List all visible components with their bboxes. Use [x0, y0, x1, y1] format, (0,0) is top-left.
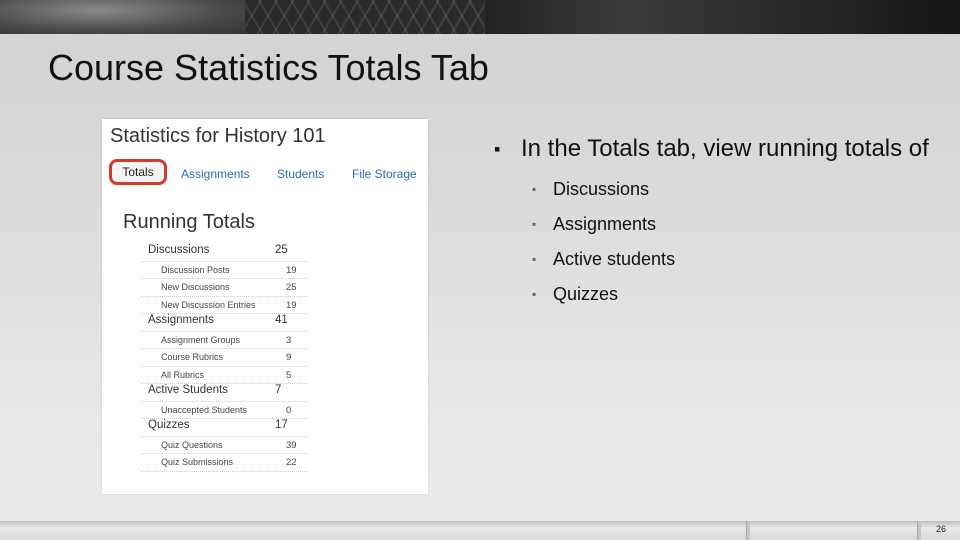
- stats-category-row: Active Students 7: [141, 384, 307, 402]
- bullet-list: ▪ In the Totals tab, view running totals…: [494, 132, 934, 306]
- banner-hex-pattern: [245, 0, 485, 34]
- stats-category-row: Discussions 25: [141, 244, 307, 262]
- stats-row-label: Discussion Posts: [161, 264, 230, 275]
- square-bullet-icon: ▪: [532, 252, 537, 266]
- sub-bullet-text: Assignments: [553, 214, 657, 234]
- stats-sub-row: New Discussion Entries 19: [141, 297, 307, 314]
- stats-sub-row: Course Rubrics 9: [141, 349, 307, 367]
- sub-bullet-text: Active students: [553, 249, 676, 269]
- stats-row-value: 19: [286, 299, 297, 311]
- tab-assignments[interactable]: Assignments: [181, 167, 250, 181]
- top-decorative-banner: [0, 0, 960, 34]
- stats-row-value: 5: [286, 369, 292, 381]
- stats-row-label: Quiz Submissions: [161, 457, 234, 467]
- main-bullet-text: In the Totals tab, view running totals o…: [521, 135, 929, 162]
- stats-sub-row: Quiz Questions 39: [141, 437, 307, 454]
- square-bullet-icon: ▪: [494, 139, 501, 159]
- running-totals-table: Discussions 25 Discussion Posts 19 New Discu…: [141, 244, 307, 472]
- screenshot-title: Statistics for History 101: [110, 125, 326, 147]
- stats-row-label: Assignments: [148, 314, 214, 326]
- stats-sub-row: Discussion Posts 19: [141, 262, 307, 279]
- running-totals-heading: Running Totals: [123, 211, 255, 233]
- sub-bullet: ▪ Discussions: [532, 177, 934, 201]
- stats-sub-row: New Discussions 25: [141, 279, 307, 297]
- stats-sub-row: All Rubrics 5: [141, 367, 307, 384]
- banner-right-image: [485, 0, 960, 34]
- bottom-divider: [917, 521, 921, 540]
- stats-row-label: New Discussions: [161, 282, 230, 292]
- square-bullet-icon: ▪: [532, 182, 537, 196]
- main-bullet: ▪ In the Totals tab, view running totals…: [494, 132, 934, 166]
- stats-sub-row: Assignment Groups 3: [141, 332, 307, 349]
- stats-row-value: 25: [275, 244, 288, 256]
- stats-row-label: Unaccepted Students: [161, 404, 248, 415]
- slide-title: Course Statistics Totals Tab: [48, 47, 489, 88]
- stats-category-row: Quizzes 17: [141, 419, 307, 437]
- stats-row-value: 39: [286, 439, 297, 451]
- sub-bullet: ▪ Active students: [532, 247, 934, 271]
- stats-row-value: 22: [286, 457, 297, 468]
- sub-bullet-text: Discussions: [553, 179, 650, 199]
- bottom-bar: [0, 521, 960, 540]
- stats-row-label: Discussions: [148, 244, 210, 256]
- stats-row-label: Quizzes: [148, 419, 190, 431]
- stats-sub-row: Unaccepted Students 0: [141, 402, 307, 419]
- stats-row-value: 19: [286, 264, 297, 276]
- stats-row-label: Assignment Groups: [161, 334, 241, 345]
- stats-row-value: 25: [286, 282, 297, 293]
- tab-file-storage[interactable]: File Storage: [352, 167, 417, 181]
- stats-row-value: 0: [286, 404, 292, 416]
- sub-bullet: ▪ Quizzes: [532, 282, 934, 306]
- stats-row-label: New Discussion Entries: [161, 299, 256, 310]
- stats-row-label: Course Rubrics: [161, 352, 224, 362]
- stats-row-value: 41: [275, 314, 288, 326]
- sub-bullet: ▪ Assignments: [532, 212, 934, 236]
- sub-bullet-list: ▪ Discussions ▪ Assignments ▪ Active students…: [494, 177, 934, 306]
- sub-bullet-text: Quizzes: [553, 284, 619, 304]
- stats-row-value: 9: [286, 352, 292, 363]
- stats-row-label: Active Students: [148, 384, 228, 396]
- stats-row-label: Quiz Questions: [161, 439, 223, 450]
- stats-row-value: 17: [275, 419, 288, 431]
- statistics-screenshot: Statistics for History 101 Totals Assign…: [102, 119, 428, 494]
- tab-totals[interactable]: Totals: [109, 159, 167, 185]
- tab-students[interactable]: Students: [277, 167, 324, 181]
- stats-row-label: All Rubrics: [161, 369, 205, 380]
- stats-row-value: 7: [275, 384, 282, 396]
- stats-row-value: 3: [286, 334, 292, 346]
- bottom-divider: [746, 521, 750, 540]
- square-bullet-icon: ▪: [532, 217, 537, 231]
- stats-sub-row: Quiz Submissions 22: [141, 454, 307, 472]
- square-bullet-icon: ▪: [532, 287, 537, 301]
- banner-left-image: [0, 0, 245, 34]
- stats-category-row: Assignments 41: [141, 314, 307, 332]
- page-number: 26: [936, 524, 947, 534]
